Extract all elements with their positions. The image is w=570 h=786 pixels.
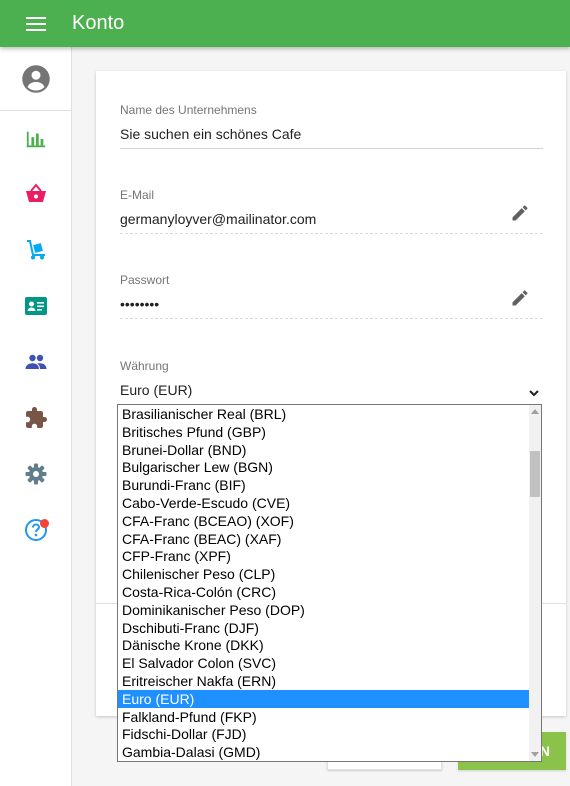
hand-truck-icon bbox=[27, 240, 45, 260]
currency-option[interactable]: Britisches Pfund (GBP) bbox=[118, 423, 529, 441]
pencil-icon bbox=[512, 290, 528, 306]
currency-option[interactable]: Cabo-Verde-Escudo (CVE) bbox=[118, 494, 529, 512]
currency-select[interactable]: Euro (EUR) bbox=[120, 380, 543, 400]
notification-badge bbox=[40, 519, 49, 528]
currency-option[interactable]: Brasilianischer Real (BRL) bbox=[118, 405, 529, 423]
company-name-input[interactable]: Sie suchen ein schönes Cafe bbox=[120, 124, 543, 144]
sidebar-item-settings[interactable] bbox=[0, 446, 72, 502]
email-label: E-Mail bbox=[120, 188, 155, 202]
sidebar-item-people[interactable] bbox=[0, 334, 72, 390]
email-underline bbox=[120, 233, 543, 234]
contact-card-icon bbox=[25, 297, 47, 315]
password-edit-button[interactable] bbox=[508, 286, 532, 310]
currency-dropdown-list[interactable]: Brasilianischer Real (BRL) Britisches Pfu… bbox=[117, 404, 542, 762]
bar-chart-icon bbox=[26, 131, 46, 148]
sidebar-item-statistics[interactable] bbox=[0, 111, 72, 167]
sidebar-item-contacts[interactable] bbox=[0, 278, 72, 334]
email-field[interactable]: E-Mail germanyloyver@mailinator.com bbox=[120, 188, 543, 234]
chevron-down-icon[interactable] bbox=[528, 386, 540, 404]
sidebar bbox=[0, 47, 72, 786]
sidebar-item-extensions[interactable] bbox=[0, 390, 72, 446]
currency-option[interactable]: CFA-Franc (BCEAO) (XOF) bbox=[118, 512, 529, 530]
currency-field[interactable]: Währung Euro (EUR) bbox=[120, 359, 543, 400]
currency-label: Währung bbox=[120, 359, 169, 373]
sidebar-item-delivery[interactable] bbox=[0, 222, 72, 278]
puzzle-icon bbox=[26, 407, 47, 428]
password-field[interactable]: Passwort •••••••• bbox=[120, 273, 543, 319]
currency-option[interactable]: Dschibuti-Franc (DJF) bbox=[118, 619, 529, 637]
pencil-icon bbox=[512, 205, 528, 221]
scrollbar[interactable] bbox=[529, 405, 541, 761]
company-name-label: Name des Unternehmens bbox=[120, 103, 257, 117]
company-name-field[interactable]: Name des Unternehmens Sie suchen ein sch… bbox=[120, 103, 543, 149]
password-value: •••••••• bbox=[120, 296, 160, 312]
currency-option[interactable]: Bulgarischer Lew (BGN) bbox=[118, 458, 529, 476]
password-underline bbox=[120, 318, 543, 319]
currency-option[interactable]: Dänische Krone (DKK) bbox=[118, 636, 529, 654]
sidebar-item-shop[interactable] bbox=[0, 166, 72, 222]
currency-option[interactable]: Brunei-Dollar (BND) bbox=[118, 441, 529, 459]
people-icon bbox=[25, 354, 47, 369]
gear-icon bbox=[25, 463, 47, 485]
app-bar: Konto bbox=[0, 0, 570, 47]
currency-option[interactable]: CFA-Franc (BEAC) (XAF) bbox=[118, 530, 529, 548]
shopping-basket-icon bbox=[26, 183, 46, 202]
currency-option[interactable]: Eritreischer Nakfa (ERN) bbox=[118, 672, 529, 690]
currency-option[interactable]: Costa-Rica-Colón (CRC) bbox=[118, 583, 529, 601]
currency-option[interactable]: Gambia-Dalasi (GMD) bbox=[118, 743, 529, 761]
currency-option[interactable]: Dominikanischer Peso (DOP) bbox=[118, 601, 529, 619]
currency-option[interactable]: El Salvador Colon (SVC) bbox=[118, 654, 529, 672]
currency-option[interactable]: Falkland-Pfund (FKP) bbox=[118, 708, 529, 726]
email-edit-button[interactable] bbox=[508, 201, 532, 225]
currency-option[interactable]: Chilenischer Peso (CLP) bbox=[118, 565, 529, 583]
scrollbar-thumb[interactable] bbox=[530, 451, 540, 497]
scroll-up-arrow-icon[interactable] bbox=[529, 405, 541, 417]
account-circle-icon bbox=[21, 64, 50, 93]
scroll-down-arrow-icon[interactable] bbox=[529, 749, 541, 761]
currency-option[interactable]: Fidschi-Dollar (FJD) bbox=[118, 725, 529, 743]
currency-option[interactable]: Burundi-Franc (BIF) bbox=[118, 476, 529, 494]
currency-option[interactable]: CFP-Franc (XPF) bbox=[118, 547, 529, 565]
hamburger-menu-icon bbox=[26, 16, 46, 31]
page-title: Konto bbox=[72, 12, 125, 34]
sidebar-avatar[interactable] bbox=[0, 47, 71, 111]
currency-option[interactable]: Euro (EUR) bbox=[118, 689, 529, 708]
email-value: germanyloyver@mailinator.com bbox=[120, 211, 317, 227]
company-name-underline bbox=[120, 148, 543, 149]
sidebar-item-help[interactable] bbox=[0, 502, 72, 558]
password-label: Passwort bbox=[120, 273, 170, 287]
menu-button[interactable] bbox=[14, 10, 58, 37]
